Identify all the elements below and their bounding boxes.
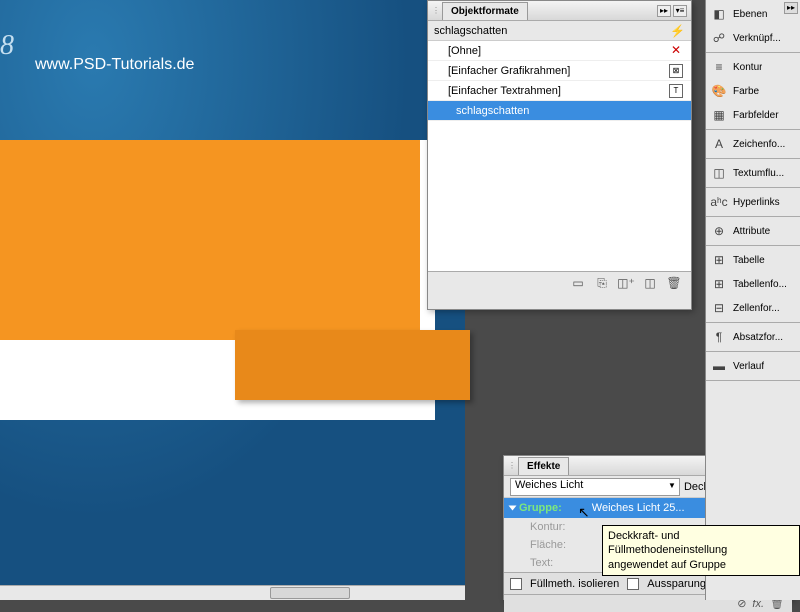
attr-icon: ⊕ — [710, 223, 728, 239]
sidebar-label: Verlauf — [733, 361, 764, 372]
sidebar-label: Tabelle — [733, 255, 765, 266]
style-item-schlagschatten[interactable]: schlagschatten — [428, 101, 691, 121]
scrollbar-thumb[interactable] — [270, 587, 350, 599]
panel-menu-icon[interactable]: ▾≡ — [673, 5, 687, 17]
style-label: schlagschatten — [456, 105, 529, 117]
trash-icon[interactable]: 🗑 — [665, 276, 683, 292]
panel-footer: ▭ ⎘ ◫⁺ ◫ 🗑 — [428, 271, 691, 295]
quick-apply-icon[interactable]: ⚡ — [670, 24, 685, 38]
grip-icon: ⋮⋮ — [508, 461, 516, 470]
sidebar-label: Farbfelder — [733, 110, 779, 121]
table-icon: ⊞ — [710, 252, 728, 268]
style-item-none[interactable]: [Ohne] ✕ — [428, 41, 691, 61]
isolate-checkbox[interactable] — [510, 578, 522, 590]
sidebar-item-cellfmt[interactable]: ⊟ Zellenfor... — [706, 296, 800, 320]
style-label: [Ohne] — [448, 45, 481, 57]
object-styles-list: [Ohne] ✕ [Einfacher Grafikrahmen] ⊠ [Ein… — [428, 41, 691, 271]
sidebar-label: Attribute — [733, 226, 770, 237]
filter-text: schlagschatten — [434, 25, 507, 37]
tooltip-line1: Deckkraft- und Füllmethodeneinstellung — [608, 529, 794, 558]
blend-mode-select[interactable]: Weiches Licht — [510, 478, 680, 496]
text-frame-icon: T — [669, 84, 683, 98]
clear-override-icon[interactable]: ◫⁺ — [617, 276, 635, 292]
style-item-graphic-frame[interactable]: [Einfacher Grafikrahmen] ⊠ — [428, 61, 691, 81]
folder-icon[interactable]: ▭ — [569, 276, 587, 292]
sidebar-label: Tabellenfo... — [733, 279, 787, 290]
sidebar-item-char[interactable]: A Zeichenfo... — [706, 132, 800, 156]
blend-mode-value: Weiches Licht — [515, 479, 583, 491]
cellfmt-icon: ⊟ — [710, 300, 728, 316]
color-icon: 🎨 — [710, 83, 728, 99]
disclosure-triangle-icon[interactable] — [509, 506, 517, 511]
style-label: [Einfacher Grafikrahmen] — [448, 65, 570, 77]
new-icon[interactable]: ◫ — [641, 276, 659, 292]
target-label: Gruppe: — [519, 502, 562, 514]
tooltip-line2: angewendet auf Gruppe — [608, 558, 794, 572]
sidebar-item-grad[interactable]: ▬ Verlauf — [706, 354, 800, 378]
stroke-icon: ≡ — [710, 59, 728, 75]
sidebar-label: Absatzfor... — [733, 332, 783, 343]
tablefmt-icon: ⊞ — [710, 276, 728, 292]
sidebar-item-swatches[interactable]: ▦ Farbfelder — [706, 103, 800, 127]
right-sidebar: ▸▸ ◧ Ebenen ☍ Verknüpf... ≡ Kontur 🎨 Farbe ▦ Farb… — [705, 0, 800, 600]
knockout-checkbox[interactable] — [627, 578, 639, 590]
sidebar-item-tablefmt[interactable]: ⊞ Tabellenfo... — [706, 272, 800, 296]
grad-icon: ▬ — [710, 358, 728, 374]
sidebar-item-para[interactable]: ¶ Absatzfor... — [706, 325, 800, 349]
sidebar-item-hyper[interactable]: aʰc Hyperlinks — [706, 190, 800, 214]
sidebar-label: Kontur — [733, 62, 762, 73]
panel-header[interactable]: ⋮⋮ Objektformate ▸▸ ▾≡ — [428, 1, 691, 21]
grip-icon: ⋮⋮ — [432, 6, 440, 15]
panel-tab[interactable]: Objektformate — [442, 2, 528, 20]
sidebar-item-attr[interactable]: ⊕ Attribute — [706, 219, 800, 243]
object-styles-panel[interactable]: ⋮⋮ Objektformate ▸▸ ▾≡ schlagschatten ⚡ … — [427, 0, 692, 310]
sidebar-label: Ebenen — [733, 9, 767, 20]
wrap-icon: ◫ — [710, 165, 728, 181]
none-icon: ✕ — [669, 44, 683, 58]
sidebar-collapse-icon[interactable]: ▸▸ — [784, 2, 798, 14]
sidebar-item-table[interactable]: ⊞ Tabelle — [706, 248, 800, 272]
new-style-icon[interactable]: ⎘ — [593, 276, 611, 292]
sidebar-label: Zellenfor... — [733, 303, 780, 314]
sidebar-label: Hyperlinks — [733, 197, 780, 208]
sidebar-item-color[interactable]: 🎨 Farbe — [706, 79, 800, 103]
script-text: 8 — [0, 30, 14, 62]
sidebar-label: Farbe — [733, 86, 759, 97]
panel-collapse-icon[interactable]: ▸▸ — [657, 5, 671, 17]
swatches-icon: ▦ — [710, 107, 728, 123]
horizontal-scrollbar[interactable] — [0, 585, 465, 600]
isolate-label: Füllmeth. isolieren — [530, 578, 619, 590]
sidebar-item-link[interactable]: ☍ Verknüpf... — [706, 26, 800, 50]
style-item-text-frame[interactable]: [Einfacher Textrahmen] T — [428, 81, 691, 101]
style-label: [Einfacher Textrahmen] — [448, 85, 561, 97]
link-icon: ☍ — [710, 30, 728, 46]
sidebar-label: Verknüpf... — [733, 33, 781, 44]
document-canvas[interactable]: 8 www.PSD-Tutorials.de — [0, 0, 465, 600]
filter-row: schlagschatten ⚡ — [428, 21, 691, 41]
panel-tab[interactable]: Effekte — [518, 457, 569, 475]
hyper-icon: aʰc — [710, 194, 728, 210]
sidebar-label: Textumflu... — [733, 168, 784, 179]
orange-block-1[interactable] — [0, 140, 420, 340]
layers-icon: ◧ — [710, 6, 728, 22]
sidebar-item-wrap[interactable]: ◫ Textumflu... — [706, 161, 800, 185]
url-text: www.PSD-Tutorials.de — [35, 56, 194, 74]
char-icon: A — [710, 136, 728, 152]
sidebar-label: Zeichenfo... — [733, 139, 785, 150]
para-icon: ¶ — [710, 329, 728, 345]
tooltip: Deckkraft- und Füllmethodeneinstellung a… — [602, 525, 800, 576]
sidebar-item-stroke[interactable]: ≡ Kontur — [706, 55, 800, 79]
orange-block-2[interactable] — [235, 330, 470, 400]
frame-icon: ⊠ — [669, 64, 683, 78]
